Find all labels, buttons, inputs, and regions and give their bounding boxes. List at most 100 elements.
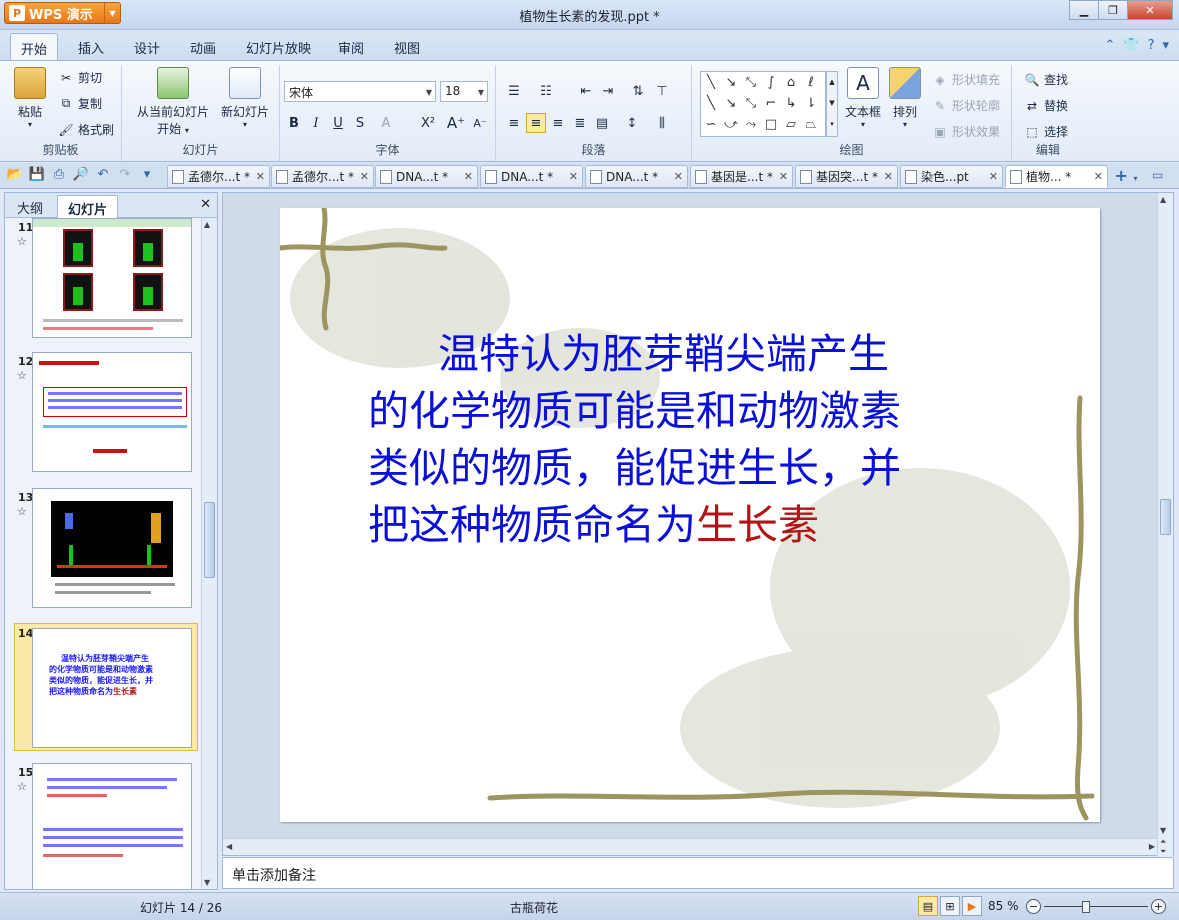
normal-view-icon[interactable]: ▤	[918, 896, 938, 916]
font-size-select[interactable]: 18 ▼	[440, 81, 488, 102]
tab-slideshow[interactable]: 幻灯片放映	[246, 38, 311, 57]
tab-slides[interactable]: 幻灯片	[57, 195, 119, 219]
text-direction-icon[interactable]: ⇅	[628, 81, 648, 101]
collapse-ribbon-icon[interactable]: ⌃	[1104, 38, 1115, 53]
close-tab-icon[interactable]: ✕	[1094, 170, 1103, 183]
line-shape-icon[interactable]: ╲	[701, 72, 721, 93]
slideshow-view-icon[interactable]: ▶	[962, 896, 982, 916]
zoom-slider-handle[interactable]	[1082, 901, 1090, 913]
theme-name[interactable]: 古瓶荷花	[510, 899, 558, 916]
previous-slide-icon[interactable]: ⏶	[1160, 837, 1166, 847]
font-name-select[interactable]: 宋体 ▼	[284, 81, 436, 102]
scroll-right-icon[interactable]: ▶	[1149, 842, 1155, 851]
new-tab-button[interactable]: + ▾	[1111, 166, 1141, 188]
distribute-button[interactable]: ▤	[592, 113, 612, 133]
save-icon[interactable]: 💾	[28, 167, 46, 182]
slide-thumbnail-12[interactable]	[32, 352, 192, 472]
close-tab-icon[interactable]: ✕	[674, 170, 683, 183]
document-tab[interactable]: 孟德尔...t * ✕	[167, 165, 270, 188]
superscript-button[interactable]: X²	[418, 113, 438, 133]
increase-indent-icon[interactable]: ⇥	[598, 81, 618, 101]
bullets-icon[interactable]: ☰	[504, 81, 524, 101]
close-tab-icon[interactable]: ✕	[884, 170, 893, 183]
align-left-button[interactable]: ≡	[504, 113, 524, 133]
bold-button[interactable]: B	[284, 113, 304, 133]
scroll-down-icon[interactable]: ▼	[1160, 826, 1166, 835]
freeform-shape-icon[interactable]: ⌂	[781, 72, 801, 93]
trapezoid-shape-icon[interactable]: ⏢	[801, 114, 821, 135]
close-tab-icon[interactable]: ✕	[779, 170, 788, 183]
shape-outline-button[interactable]: ✎ 形状轮廓	[932, 97, 1000, 114]
slide-thumbnail-11[interactable]	[32, 218, 192, 338]
open-icon[interactable]: 📂	[6, 167, 24, 182]
double-arrow-shape-icon[interactable]: ⤡	[741, 72, 761, 93]
zoom-out-icon[interactable]: −	[1026, 899, 1041, 914]
curved-arrow-icon[interactable]: ⤻	[721, 114, 741, 135]
scroll-down-icon[interactable]: ▼	[204, 878, 210, 887]
replace-button[interactable]: ⇄ 替换	[1024, 97, 1068, 114]
shrink-font-button[interactable]: A⁻	[470, 113, 490, 133]
align-text-icon[interactable]: ⊤	[652, 81, 672, 101]
format-painter-button[interactable]: 🖌 格式刷	[58, 121, 114, 138]
shape-effect-button[interactable]: ▣ 形状效果	[932, 123, 1000, 140]
align-center-button[interactable]: ≡	[526, 113, 546, 133]
chevron-down-icon[interactable]: ▾	[138, 167, 156, 182]
tab-list-icon[interactable]: ▭	[1152, 168, 1163, 182]
scroll-up-icon[interactable]: ▲	[204, 220, 210, 229]
scribble-shape-icon[interactable]: ℓ	[801, 72, 821, 93]
grow-font-button[interactable]: A⁺	[446, 113, 466, 133]
skin-icon[interactable]: 👕	[1123, 38, 1139, 53]
underline-button[interactable]: U	[328, 113, 348, 133]
scrollbar-thumb[interactable]	[204, 502, 215, 578]
tab-review[interactable]: 审阅	[338, 38, 364, 57]
print-icon[interactable]: ⎙	[50, 167, 68, 182]
slide-thumbnail-15[interactable]	[32, 763, 192, 889]
scroll-up-icon[interactable]: ▲	[1160, 195, 1166, 204]
select-button[interactable]: ⬚ 选择	[1024, 123, 1068, 140]
document-tab[interactable]: 染色...pt ✕	[900, 165, 1003, 188]
play-from-current-button[interactable]: 从当前幻灯片 开始 ▾	[128, 67, 218, 137]
shape-gallery[interactable]: ╲ ↘ ⤡ ∫ ⌂ ℓ ╲ ↘ ⤡ ⌐ ↳ ⇂ ∽ ⤻ ⤳ □ ▱ ⏢	[700, 71, 826, 137]
tab-home[interactable]: 开始	[10, 33, 59, 61]
undo-icon[interactable]: ↶	[94, 167, 112, 182]
zoom-in-icon[interactable]: +	[1151, 899, 1166, 914]
paste-button[interactable]: 粘贴 ▾	[10, 67, 50, 129]
document-tab[interactable]: 基因突...t * ✕	[795, 165, 898, 188]
slide-sorter-icon[interactable]: ⊞	[940, 896, 960, 916]
columns-icon[interactable]: ⫼	[652, 113, 672, 133]
double-arrow-shape-icon[interactable]: ⤡	[741, 93, 761, 114]
close-icon[interactable]: ✕	[200, 197, 211, 212]
curved-double-arrow-icon[interactable]: ⤳	[741, 114, 761, 135]
elbow-arrow-icon[interactable]: ↳	[781, 93, 801, 114]
document-tab[interactable]: DNA...t * ✕	[585, 165, 688, 188]
print-preview-icon[interactable]: 🔎	[72, 167, 90, 182]
tab-design[interactable]: 设计	[134, 38, 160, 57]
textbox-button[interactable]: A 文本框 ▾	[840, 67, 886, 129]
tab-insert[interactable]: 插入	[78, 38, 104, 57]
close-tab-icon[interactable]: ✕	[569, 170, 578, 183]
close-tab-icon[interactable]: ✕	[464, 170, 473, 183]
slide-body-text[interactable]: 温特认为胚芽鞘尖端产生 的化学物质可能是和动物激素 类似的物质，能促进生长，并 …	[368, 326, 968, 554]
close-tab-icon[interactable]: ✕	[360, 170, 369, 183]
chevron-down-icon[interactable]: ▾	[1162, 38, 1169, 53]
parallelogram-shape-icon[interactable]: ▱	[781, 114, 801, 135]
document-tab[interactable]: 植物... * ✕	[1005, 165, 1108, 188]
shape-gallery-scroll[interactable]: ▲ ▼ ▾	[826, 71, 838, 137]
cut-button[interactable]: ✂ 剪切	[58, 69, 102, 86]
slide-thumbnail-13[interactable]	[32, 488, 192, 608]
notes-pane[interactable]: 单击添加备注	[222, 857, 1174, 889]
tab-view[interactable]: 视图	[394, 38, 420, 57]
maximize-button[interactable]: ❐	[1098, 0, 1128, 20]
new-slide-button[interactable]: 新幻灯片 ▾	[218, 67, 272, 129]
copy-button[interactable]: ⧉ 复制	[58, 95, 102, 112]
horizontal-scrollbar[interactable]: ◀ ▶	[223, 838, 1158, 855]
close-tab-icon[interactable]: ✕	[989, 170, 998, 183]
arrow-shape-icon[interactable]: ↘	[721, 72, 741, 93]
font-color-button[interactable]: A	[376, 113, 396, 133]
minimize-button[interactable]: ▁	[1069, 0, 1099, 20]
arrange-button[interactable]: 排列 ▾	[888, 67, 922, 129]
tab-outline[interactable]: 大纲	[17, 198, 43, 217]
document-tab[interactable]: DNA...t * ✕	[480, 165, 583, 188]
rectangle-shape-icon[interactable]: □	[761, 114, 781, 135]
scrollbar-thumb[interactable]	[1160, 499, 1171, 535]
